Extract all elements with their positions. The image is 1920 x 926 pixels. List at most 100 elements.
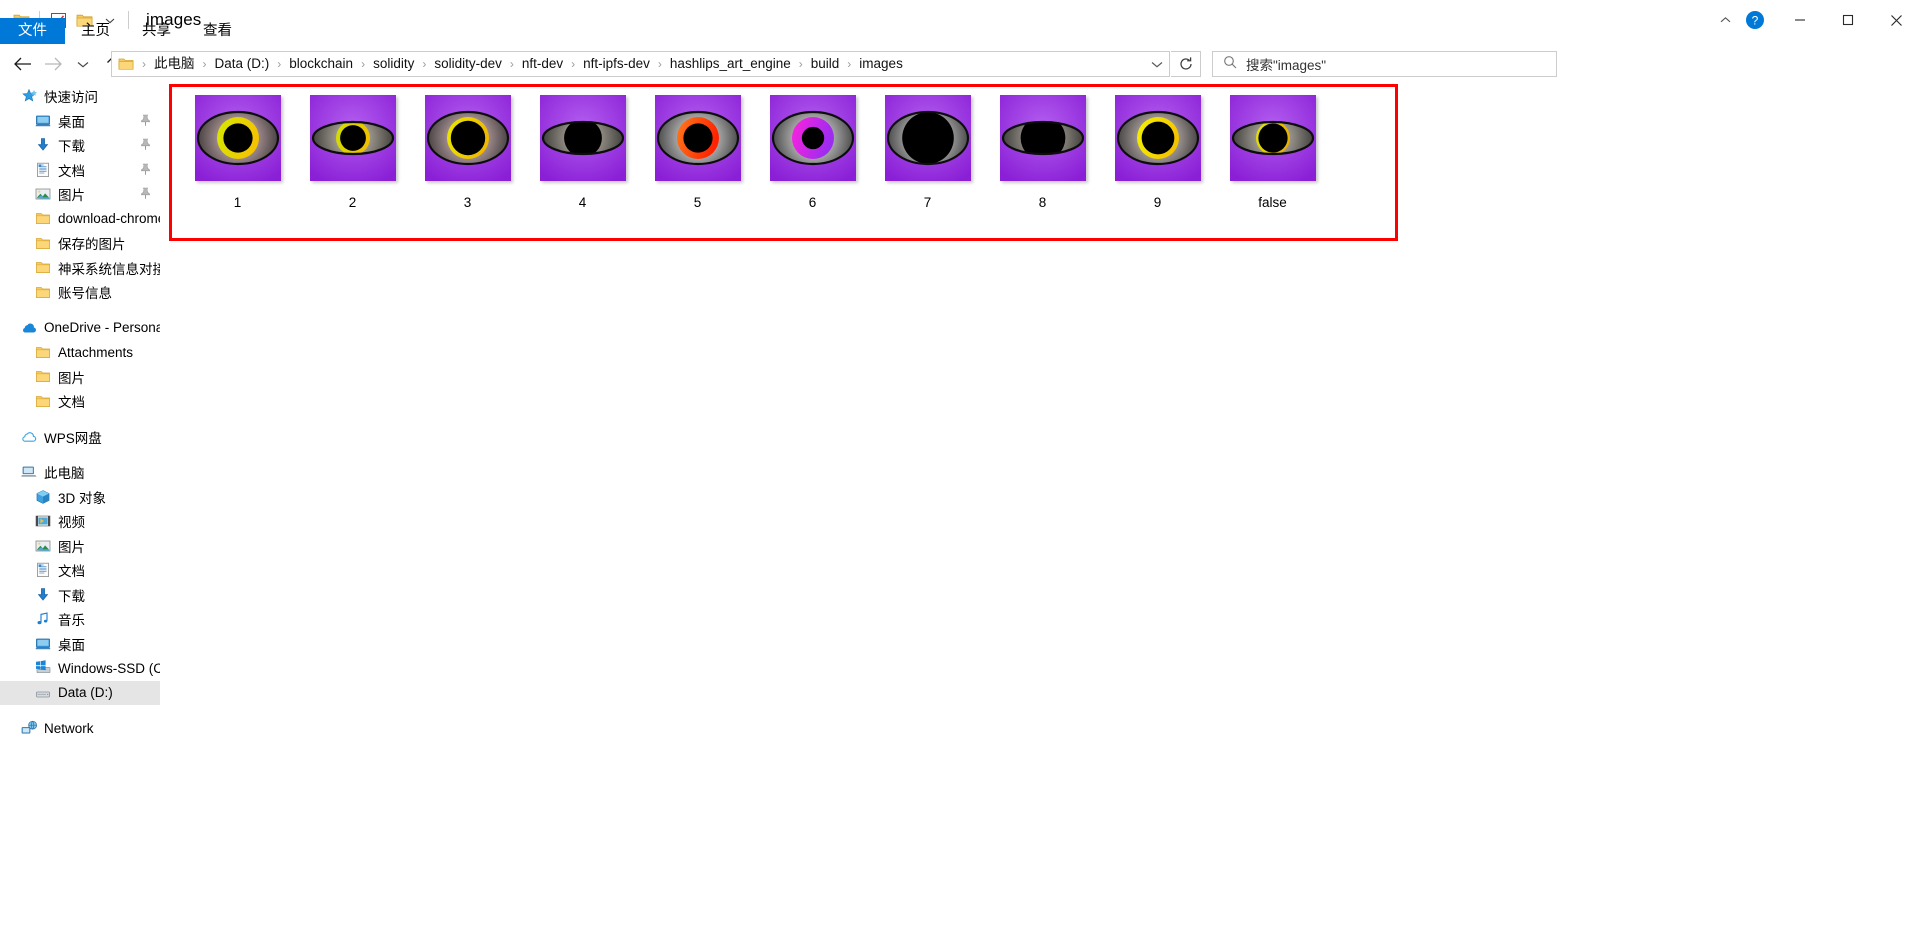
breadcrumb-item-this-pc[interactable]: 此电脑	[150, 53, 199, 75]
sidebar-item-Attachments[interactable]: Attachments	[0, 340, 160, 365]
sidebar-group-此电脑[interactable]: 此电脑	[0, 460, 160, 485]
sidebar-group-Network[interactable]: Network	[0, 716, 160, 741]
breadcrumb-separator[interactable]: ›	[418, 53, 430, 75]
forward-button[interactable]	[38, 47, 68, 81]
file-thumbnail[interactable]	[654, 95, 741, 181]
sidebar-item-文档[interactable]: 文档	[0, 558, 160, 583]
file-item[interactable]: 6	[755, 95, 870, 227]
breadcrumb-item-build[interactable]: build	[807, 53, 844, 75]
breadcrumb-separator[interactable]: ›	[138, 53, 150, 75]
file-thumbnail[interactable]	[424, 95, 511, 181]
breadcrumb-item-hashlips-art-engine[interactable]: hashlips_art_engine	[666, 53, 795, 75]
breadcrumb-item-nft-ipfs-dev[interactable]: nft-ipfs-dev	[579, 53, 654, 75]
sidebar-item-文档[interactable]: 文档	[0, 389, 160, 414]
tab-file[interactable]: 文件	[0, 18, 65, 44]
sidebar-item-保存的图片[interactable]: 保存的图片	[0, 231, 160, 256]
file-item[interactable]: 5	[640, 95, 755, 227]
breadcrumb-item-images[interactable]: images	[855, 53, 907, 75]
file-list-view[interactable]: 1 2 3 4 5 6 7 8 9 false	[160, 84, 1920, 926]
file-thumbnail[interactable]	[1114, 95, 1201, 181]
file-item[interactable]: 4	[525, 95, 640, 227]
refresh-button[interactable]	[1171, 51, 1201, 77]
sidebar-item-label: 图片	[58, 539, 85, 555]
navigation-pane[interactable]: 快速访问 桌面 下载 文档 图片 download-chrome 保存的图片 神采系统信息对接…	[0, 84, 160, 926]
sidebar-item-神采系统信息对接[interactable]: 神采系统信息对接	[0, 256, 160, 281]
file-item[interactable]: 2	[295, 95, 410, 227]
breadcrumb-item-solidity[interactable]: solidity	[369, 53, 418, 75]
sidebar-item-账号信息[interactable]: 账号信息	[0, 280, 160, 305]
file-item[interactable]: 8	[985, 95, 1100, 227]
pin-icon[interactable]	[140, 114, 152, 128]
sidebar-item-label: 神采系统信息对接	[58, 261, 160, 277]
sidebar-item-音乐[interactable]: 音乐	[0, 607, 160, 632]
breadcrumb-separator[interactable]: ›	[357, 53, 369, 75]
sidebar-item-Windows-SSD (C:)[interactable]: Windows-SSD (C:)	[0, 656, 160, 681]
sidebar-group-OneDrive - Personal[interactable]: OneDrive - Personal	[0, 316, 160, 341]
sidebar-group-快速访问[interactable]: 快速访问	[0, 84, 160, 109]
pin-icon[interactable]	[140, 138, 152, 152]
file-thumbnail[interactable]	[539, 95, 626, 181]
folder-icon	[34, 283, 52, 301]
file-item[interactable]: false	[1215, 95, 1330, 227]
file-thumbnail[interactable]	[884, 95, 971, 181]
sidebar-item-下载[interactable]: 下载	[0, 133, 160, 158]
sidebar-item-图片[interactable]: 图片	[0, 534, 160, 559]
breadcrumb-item-nft-dev[interactable]: nft-dev	[518, 53, 567, 75]
address-bar[interactable]: › 此电脑 › Data (D:) › blockchain › solidit…	[111, 51, 1170, 77]
tab-view[interactable]: 查看	[187, 18, 248, 44]
folder-icon	[34, 392, 52, 410]
breadcrumb-item-blockchain[interactable]: blockchain	[285, 53, 357, 75]
file-item[interactable]: 1	[180, 95, 295, 227]
file-label: 4	[578, 195, 587, 210]
videos-icon	[34, 512, 52, 530]
breadcrumb-separator[interactable]: ›	[273, 53, 285, 75]
sidebar-item-桌面[interactable]: 桌面	[0, 109, 160, 134]
sidebar-item-下载[interactable]: 下载	[0, 583, 160, 608]
eye-image	[654, 95, 741, 181]
breadcrumb-item-data-d[interactable]: Data (D:)	[211, 53, 274, 75]
file-label: false	[1258, 195, 1287, 210]
file-thumbnail[interactable]	[309, 95, 396, 181]
search-icon	[1223, 55, 1237, 74]
address-dropdown-icon[interactable]	[1145, 52, 1169, 76]
pin-icon[interactable]	[140, 163, 152, 177]
file-item[interactable]: 7	[870, 95, 985, 227]
file-item[interactable]: 9	[1100, 95, 1215, 227]
sidebar-group-WPS网盘[interactable]: WPS网盘	[0, 425, 160, 450]
breadcrumb-separator[interactable]: ›	[843, 53, 855, 75]
documents-icon	[34, 161, 52, 179]
breadcrumb-item-solidity-dev[interactable]: solidity-dev	[430, 53, 506, 75]
sidebar-item-桌面[interactable]: 桌面	[0, 632, 160, 657]
sidebar-item-图片[interactable]: 图片	[0, 365, 160, 390]
sidebar-item-3D 对象[interactable]: 3D 对象	[0, 485, 160, 510]
file-thumbnail[interactable]	[769, 95, 856, 181]
recent-locations-button[interactable]	[68, 47, 98, 81]
pin-icon[interactable]	[140, 187, 152, 201]
this-pc-icon	[20, 463, 38, 481]
sidebar-group-label: Network	[44, 720, 94, 736]
sidebar-item-download-chrome[interactable]: download-chrome	[0, 207, 160, 232]
search-input[interactable]: 搜索"images"	[1246, 54, 1326, 74]
tab-home[interactable]: 主页	[65, 18, 126, 44]
search-box[interactable]: 搜索"images"	[1212, 51, 1557, 77]
sidebar-item-Data (D:)[interactable]: Data (D:)	[0, 680, 160, 705]
breadcrumb-separator[interactable]: ›	[654, 53, 666, 75]
breadcrumb-separator[interactable]: ›	[199, 53, 211, 75]
file-item[interactable]: 3	[410, 95, 525, 227]
sidebar-item-视频[interactable]: 视频	[0, 509, 160, 534]
file-thumbnail[interactable]	[194, 95, 281, 181]
back-button[interactable]	[8, 47, 38, 81]
eye-image	[194, 95, 281, 181]
tab-share[interactable]: 共享	[126, 18, 187, 44]
sidebar-item-图片[interactable]: 图片	[0, 182, 160, 207]
breadcrumb-separator[interactable]: ›	[567, 53, 579, 75]
onedrive-icon	[20, 319, 38, 337]
file-thumbnail[interactable]	[1229, 95, 1316, 181]
sidebar-item-文档[interactable]: 文档	[0, 158, 160, 183]
file-thumbnail[interactable]	[999, 95, 1086, 181]
breadcrumb-separator[interactable]: ›	[795, 53, 807, 75]
breadcrumb-separator[interactable]: ›	[506, 53, 518, 75]
